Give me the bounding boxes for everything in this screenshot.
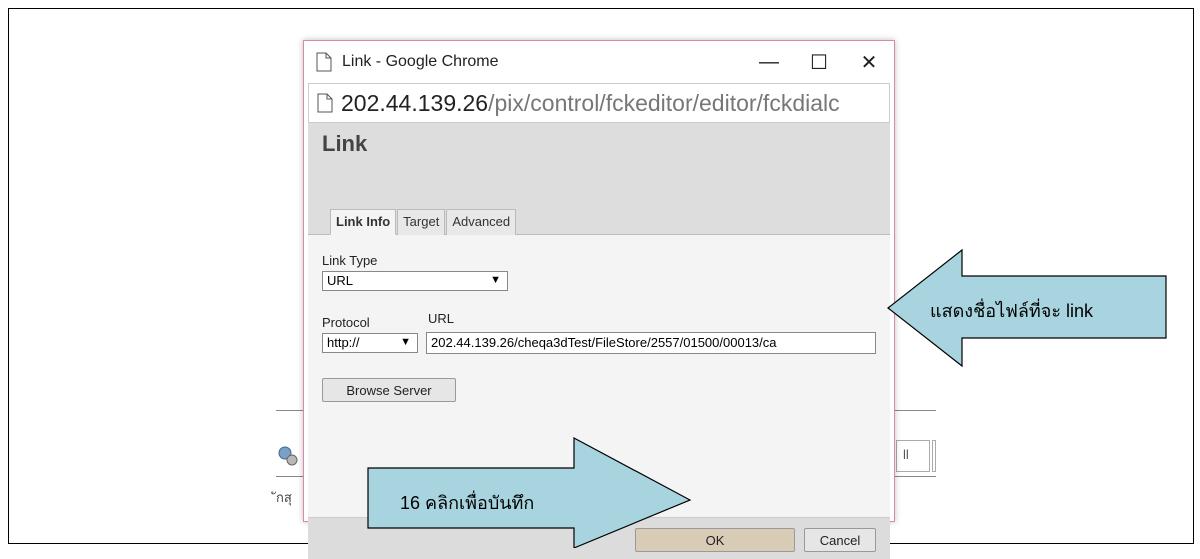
callout-text-click-save: 16 คลิกเพื่อบันทึก — [400, 493, 535, 513]
annotation-layer — [367, 248, 1167, 548]
callout-text-filename: แสดงชื่อไฟล์ที่จะ link — [930, 301, 1094, 321]
